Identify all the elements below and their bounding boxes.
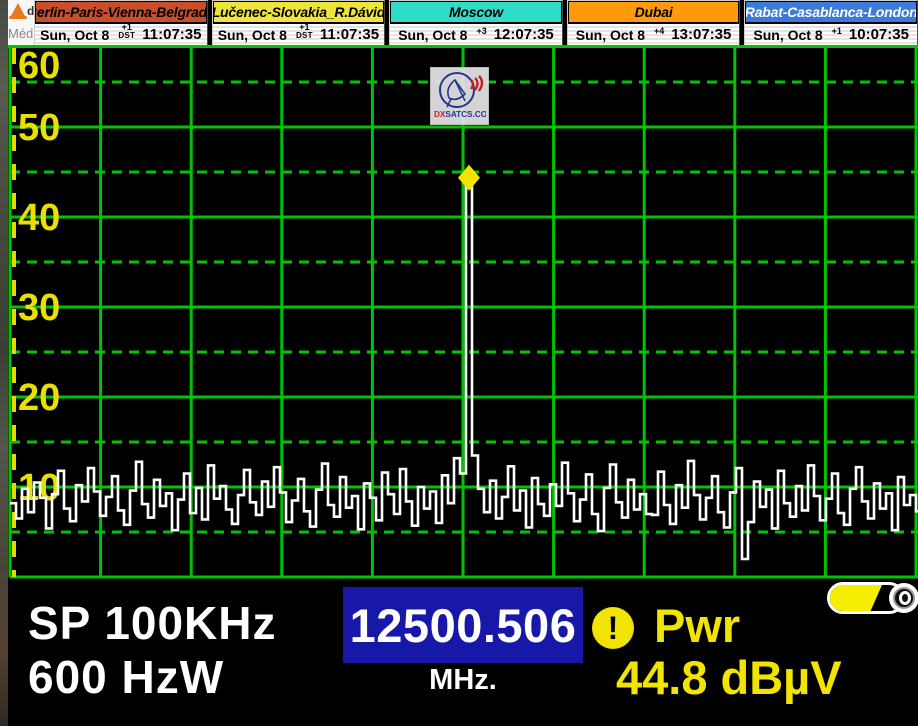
utc-offset-block: +1 DST bbox=[118, 24, 135, 40]
utc-offset: +1 bbox=[832, 27, 842, 36]
clock-date: Sun, Oct 8 bbox=[218, 27, 287, 43]
y-axis-tick-label: 20 bbox=[18, 377, 60, 419]
clock-time-row: Sun, Oct 8 +3 12:07:35 bbox=[390, 24, 562, 45]
clock-time: 13:07:35 bbox=[671, 26, 731, 43]
utc-offset: +4 bbox=[654, 27, 664, 36]
y-axis-tick-label: 50 bbox=[18, 107, 60, 149]
span-setting: SP 100KHz bbox=[28, 596, 277, 650]
y-axis-tick-label: 40 bbox=[18, 197, 60, 239]
clock-panel-moscow: Moscow Sun, Oct 8 +3 12:07:35 bbox=[389, 0, 563, 46]
battery-icon bbox=[827, 582, 915, 616]
clock-time: 11:07:35 bbox=[142, 26, 201, 43]
clock-date: Sun, Oct 8 bbox=[398, 27, 467, 43]
logo-text-dx: DX bbox=[434, 110, 446, 119]
vlc-title-text: ds bbox=[27, 4, 34, 18]
clock-panel-rabat: Rabat-Casablanca-London Sun, Oct 8 +1 10… bbox=[744, 0, 918, 46]
frequency-unit: MHz. bbox=[343, 664, 583, 697]
utc-offset-block: +1 bbox=[832, 27, 842, 36]
clock-city-label: Berlin-Paris-Vienna-Belgrade bbox=[35, 1, 207, 24]
dxsatcs-logo: DXSATCS.COM bbox=[430, 67, 489, 125]
clock-time: 12:07:35 bbox=[494, 26, 554, 43]
dst-label: DST bbox=[296, 32, 313, 40]
vlc-cone-base bbox=[9, 16, 27, 19]
clock-city-label: Dubai bbox=[568, 1, 740, 24]
clock-city-label: Lučenec-Slovakia_R.Dávid bbox=[213, 1, 385, 24]
clock-panel-lucenec: Lučenec-Slovakia_R.Dávid Sun, Oct 8 +1 D… bbox=[212, 0, 386, 46]
clock-panel-dubai: Dubai Sun, Oct 8 +4 13:07:35 bbox=[567, 0, 741, 46]
y-axis-tick-label: 60 bbox=[18, 45, 60, 87]
clock-time-row: Sun, Oct 8 +4 13:07:35 bbox=[568, 24, 740, 45]
clock-date: Sun, Oct 8 bbox=[40, 27, 109, 43]
desktop-edge bbox=[0, 0, 8, 726]
peak-marker-icon bbox=[458, 165, 480, 191]
clock-time-row: Sun, Oct 8 +1 DST 11:07:35 bbox=[35, 24, 207, 45]
clock-time-row: Sun, Oct 8 +1 10:07:35 bbox=[745, 24, 917, 45]
vlc-cone-icon bbox=[11, 3, 25, 16]
satellite-dish-icon: DXSATCS.COM bbox=[431, 68, 486, 122]
clock-city-label: Rabat-Casablanca-London bbox=[745, 1, 917, 24]
clock-panel-berlin: Berlin-Paris-Vienna-Belgrade Sun, Oct 8 … bbox=[34, 0, 208, 46]
clock-city-label: Moscow bbox=[390, 1, 562, 24]
frequency-readout: 12500.506 bbox=[343, 587, 583, 663]
clock-date: Sun, Oct 8 bbox=[753, 27, 822, 43]
utc-offset: +3 bbox=[476, 27, 486, 36]
world-clock-bar: Berlin-Paris-Vienna-Belgrade Sun, Oct 8 … bbox=[34, 0, 918, 46]
spectrum-plot: 605040302010 bbox=[8, 45, 918, 588]
clock-date: Sun, Oct 8 bbox=[576, 27, 645, 43]
dst-label: DST bbox=[118, 32, 135, 40]
utc-offset-block: +1 DST bbox=[296, 24, 313, 40]
vlc-window-fragment[interactable]: ds Médiu bbox=[8, 0, 34, 48]
power-label: Pwr bbox=[654, 598, 740, 653]
logo-text-rest: SATCS.COM bbox=[445, 110, 486, 119]
utc-offset-block: +3 bbox=[476, 27, 486, 36]
y-axis-tick-label: 30 bbox=[18, 287, 60, 329]
vlc-menu-text: Médiu bbox=[8, 26, 34, 41]
status-bar: SP 100KHz 600 HzW 12500.506 MHz. ! Pwr 4… bbox=[8, 588, 918, 726]
battery-fill bbox=[830, 585, 882, 611]
clock-time: 11:07:35 bbox=[320, 26, 379, 43]
spectrum-display: 605040302010 bbox=[8, 45, 918, 588]
power-value: 44.8 dBµV bbox=[616, 650, 842, 705]
utc-offset-block: +4 bbox=[654, 27, 664, 36]
svg-text:DXSATCS.COM: DXSATCS.COM bbox=[434, 110, 486, 119]
clock-time-row: Sun, Oct 8 +1 DST 11:07:35 bbox=[213, 24, 385, 45]
frequency-value: 12500.506 bbox=[350, 598, 577, 653]
bandwidth-setting: 600 HzW bbox=[28, 650, 224, 704]
clock-time: 10:07:35 bbox=[849, 26, 909, 43]
warning-icon: ! bbox=[592, 607, 634, 649]
